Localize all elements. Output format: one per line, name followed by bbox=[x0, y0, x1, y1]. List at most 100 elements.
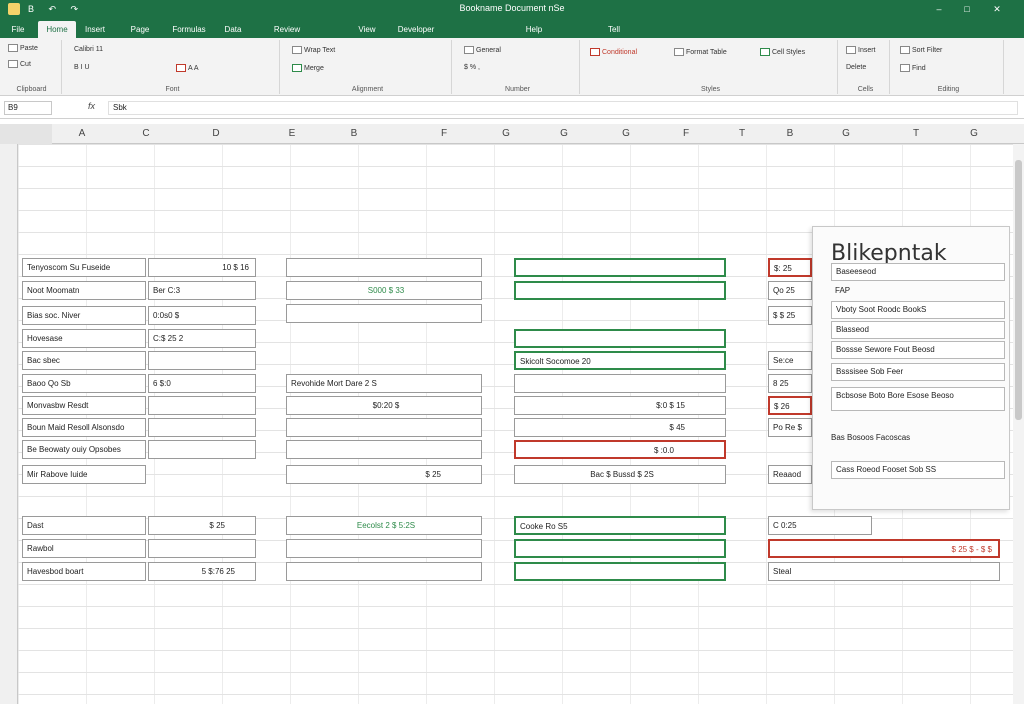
value-cell[interactable]: $ 25 bbox=[286, 465, 482, 484]
value-cell[interactable]: $ 45 bbox=[514, 418, 726, 437]
column-header[interactable]: G bbox=[496, 128, 516, 139]
label-cell[interactable]: Hovesase bbox=[22, 329, 146, 348]
minimize-icon[interactable]: – bbox=[930, 2, 948, 16]
formula-input[interactable]: Sbk bbox=[108, 101, 1018, 115]
label-cell[interactable]: Rawbol bbox=[22, 539, 146, 558]
tab-insert[interactable]: Insert bbox=[80, 21, 110, 38]
column-header[interactable]: E bbox=[282, 128, 302, 139]
find-button[interactable]: Find bbox=[900, 64, 926, 72]
format-table-button[interactable]: Format Table bbox=[674, 48, 727, 56]
value-cell[interactable] bbox=[286, 418, 482, 437]
value-cell[interactable] bbox=[514, 281, 726, 300]
tab-review[interactable]: Review bbox=[270, 21, 304, 38]
value-cell[interactable]: 8 25 bbox=[768, 374, 812, 393]
value-cell[interactable]: Po Re $ bbox=[768, 418, 812, 437]
value-cell[interactable] bbox=[148, 440, 256, 459]
sort-filter-button[interactable]: Sort Filter bbox=[900, 46, 942, 54]
currency-button[interactable]: $ % , bbox=[464, 64, 480, 71]
close-icon[interactable]: ✕ bbox=[988, 2, 1006, 16]
value-cell[interactable]: 10 $ 16 bbox=[148, 258, 256, 277]
label-cell[interactable]: Havesbod boart bbox=[22, 562, 146, 581]
merge-button[interactable]: Merge bbox=[292, 64, 324, 72]
label-cell[interactable]: Bac sbec bbox=[22, 351, 146, 370]
label-cell[interactable]: Tenyoscom Su Fuseide bbox=[22, 258, 146, 277]
value-cell[interactable] bbox=[514, 329, 726, 348]
column-header[interactable]: B bbox=[780, 128, 800, 139]
panel-field[interactable]: Bsssisee Sob Feer bbox=[831, 363, 1005, 381]
value-cell[interactable] bbox=[514, 258, 726, 277]
value-cell[interactable]: $0:20 $ bbox=[286, 396, 482, 415]
column-header[interactable]: G bbox=[554, 128, 574, 139]
tab-data[interactable]: Data bbox=[216, 21, 250, 38]
value-cell[interactable]: 5 $:76 25 bbox=[148, 562, 256, 581]
label-cell[interactable]: Bias soc. Niver bbox=[22, 306, 146, 325]
value-cell[interactable]: $ $ 25 bbox=[768, 306, 812, 325]
label-cell[interactable]: Dast bbox=[22, 516, 146, 535]
value-cell[interactable]: S000 $ 33 bbox=[286, 281, 482, 300]
value-cell[interactable]: Eecolst 2 $ 5:2S bbox=[286, 516, 482, 535]
value-cell[interactable] bbox=[148, 351, 256, 370]
label-cell[interactable]: Monvasbw Resdt bbox=[22, 396, 146, 415]
value-cell[interactable]: $:0 $ 15 bbox=[514, 396, 726, 415]
value-cell[interactable]: Steal bbox=[768, 562, 1000, 581]
column-header[interactable]: G bbox=[964, 128, 984, 139]
tab-formulas[interactable]: Formulas bbox=[168, 21, 210, 38]
fx-icon[interactable]: fx bbox=[88, 101, 95, 111]
delete-cells-button[interactable]: Delete bbox=[846, 64, 866, 71]
conditional-format-button[interactable]: Conditional bbox=[590, 48, 637, 56]
label-cell[interactable]: Mir Rabove Iuide bbox=[22, 465, 146, 484]
column-header[interactable]: D bbox=[206, 128, 226, 139]
value-cell[interactable]: Se:ce bbox=[768, 351, 812, 370]
tab-view[interactable]: View bbox=[352, 21, 382, 38]
tab-file[interactable]: File bbox=[4, 21, 32, 38]
value-cell[interactable] bbox=[514, 539, 726, 558]
value-cell[interactable]: 6 $:0 bbox=[148, 374, 256, 393]
column-header[interactable]: G bbox=[836, 128, 856, 139]
label-cell[interactable]: Be Beowaty ouiy Opsobes bbox=[22, 440, 146, 459]
value-cell[interactable] bbox=[148, 539, 256, 558]
font-name-select[interactable]: Calibri 11 bbox=[74, 46, 103, 53]
wrap-text-button[interactable]: Wrap Text bbox=[292, 46, 335, 54]
tab-tell[interactable]: Tell bbox=[600, 21, 628, 38]
value-cell[interactable]: $: 25 bbox=[768, 258, 812, 277]
column-header[interactable]: F bbox=[676, 128, 696, 139]
value-cell[interactable]: Reaaod bbox=[768, 465, 812, 484]
cell-styles-button[interactable]: Cell Styles bbox=[760, 48, 805, 56]
value-cell[interactable]: Qo 25 bbox=[768, 281, 812, 300]
value-cell[interactable] bbox=[286, 539, 482, 558]
value-cell[interactable]: Ber C:3 bbox=[148, 281, 256, 300]
tab-developer[interactable]: Developer bbox=[394, 21, 438, 38]
value-cell[interactable]: $ 25 $ - $ $ bbox=[768, 539, 1000, 558]
select-all-corner[interactable] bbox=[0, 124, 52, 144]
value-cell[interactable] bbox=[514, 374, 726, 393]
value-cell[interactable]: C 0:25 bbox=[768, 516, 872, 535]
column-header[interactable]: C bbox=[136, 128, 156, 139]
column-header[interactable]: B bbox=[344, 128, 364, 139]
value-cell[interactable] bbox=[286, 562, 482, 581]
value-cell[interactable] bbox=[286, 258, 482, 277]
bold-italic-underline[interactable]: B I U bbox=[74, 64, 90, 71]
value-cell[interactable] bbox=[514, 562, 726, 581]
panel-field[interactable]: Bcbsose Boto Bore Esose Beoso bbox=[831, 387, 1005, 411]
maximize-icon[interactable]: □ bbox=[958, 2, 976, 16]
paste-button[interactable]: Paste bbox=[8, 44, 38, 52]
insert-cells-button[interactable]: Insert bbox=[846, 46, 876, 54]
panel-field[interactable]: Baseeseod bbox=[831, 263, 1005, 281]
font-color-button[interactable]: A A bbox=[176, 64, 199, 72]
value-cell[interactable] bbox=[148, 396, 256, 415]
panel-field[interactable]: Vboty Soot Roodc BookS bbox=[831, 301, 1005, 319]
value-cell[interactable]: Cooke Ro S5 bbox=[514, 516, 726, 535]
label-cell[interactable]: Noot Moomatn bbox=[22, 281, 146, 300]
panel-field[interactable]: Blasseod bbox=[831, 321, 1005, 339]
value-cell[interactable]: $ :0.0 bbox=[514, 440, 726, 459]
column-header[interactable]: T bbox=[732, 128, 752, 139]
value-cell[interactable]: Revohide Mort Dare 2 S bbox=[286, 374, 482, 393]
column-header[interactable]: G bbox=[616, 128, 636, 139]
panel-field[interactable]: Bossse Sewore Fout Beosd bbox=[831, 341, 1005, 359]
value-cell[interactable]: C:$ 25 2 bbox=[148, 329, 256, 348]
value-cell[interactable]: 0:0s0 $ bbox=[148, 306, 256, 325]
value-cell[interactable] bbox=[286, 304, 482, 323]
cut-button[interactable]: Cut bbox=[8, 60, 31, 68]
column-header[interactable]: T bbox=[906, 128, 926, 139]
value-cell[interactable]: $ 26 bbox=[768, 396, 812, 415]
